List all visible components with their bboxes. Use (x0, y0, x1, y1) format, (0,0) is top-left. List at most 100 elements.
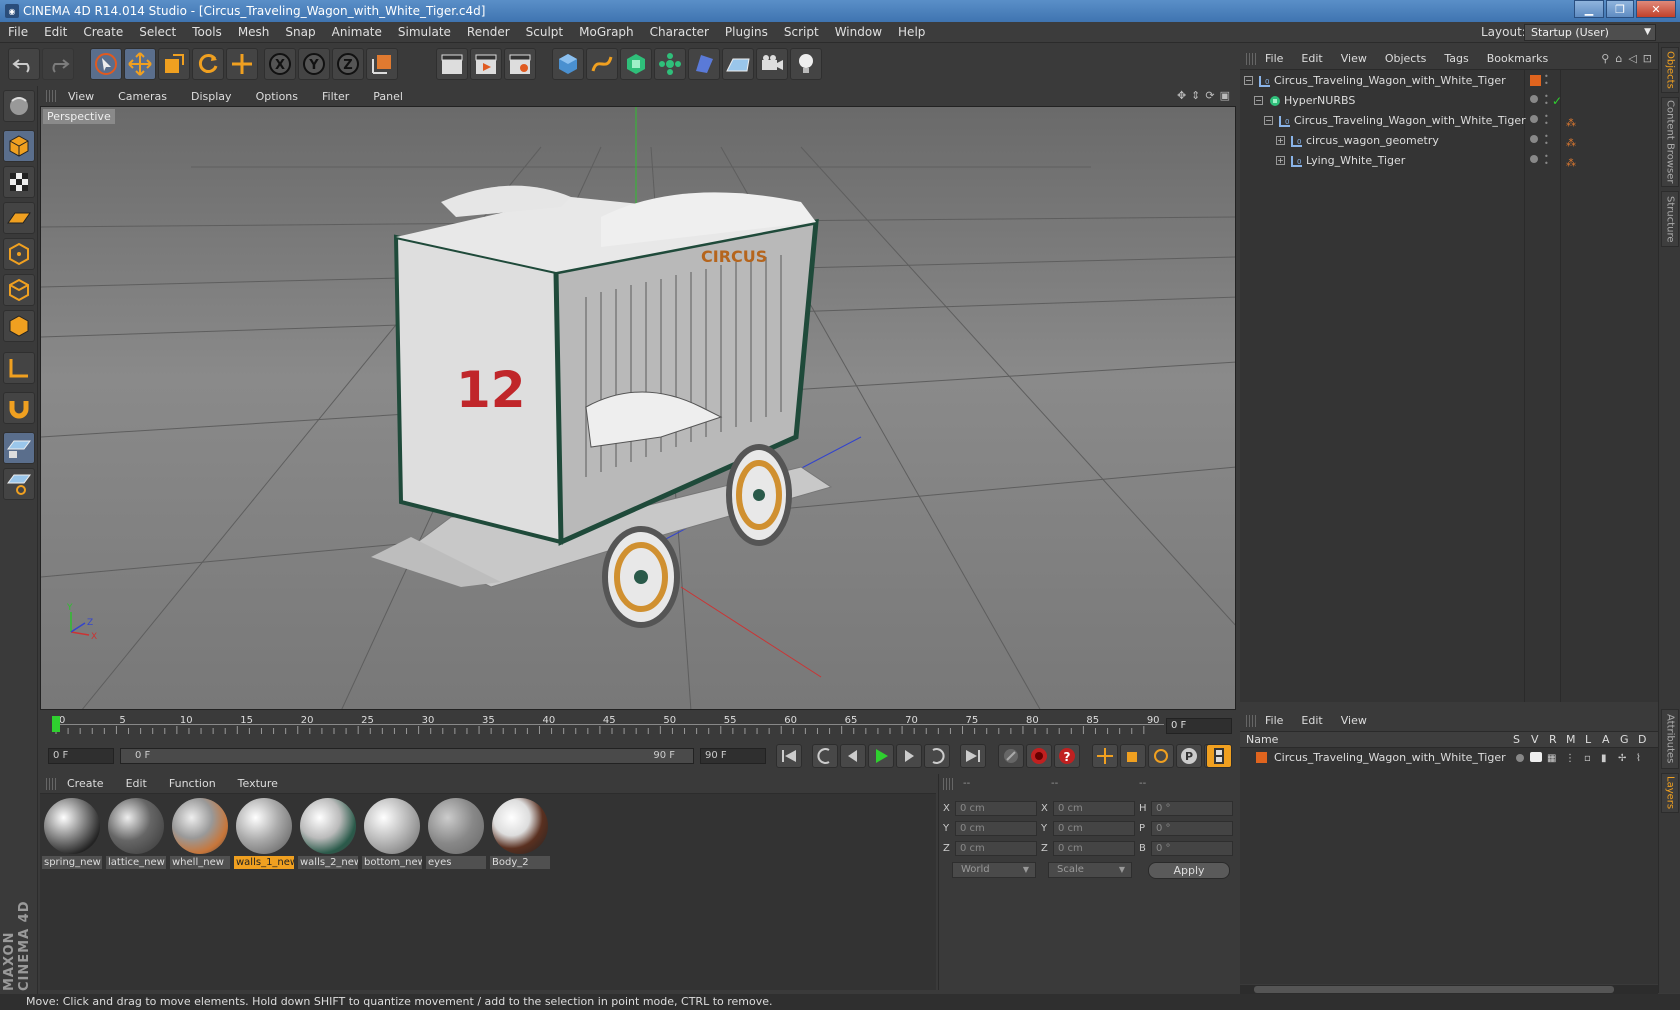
new-window-icon[interactable]: ⊡ (1643, 52, 1652, 65)
size-x-field[interactable]: 0 cm (1053, 800, 1135, 816)
key-rotation-button[interactable] (1148, 744, 1174, 768)
menu-mograph[interactable]: MoGraph (571, 22, 642, 43)
maximize-button[interactable]: ❐ (1606, 0, 1634, 18)
key-parameter-button[interactable]: P (1176, 744, 1202, 768)
scrollbar-thumb[interactable] (1254, 986, 1614, 993)
tab-objects[interactable]: Objects (1661, 47, 1679, 93)
play-button[interactable] (868, 744, 894, 768)
lm-menu-edit[interactable]: Edit (1292, 714, 1331, 727)
vp-menu-cameras[interactable]: Cameras (106, 90, 179, 103)
add-spline-button[interactable] (586, 48, 618, 80)
material-swatch[interactable]: eyes (426, 796, 486, 870)
y-axis-lock-button[interactable]: Y (298, 48, 330, 80)
generator-icon[interactable]: ✢ (1618, 749, 1626, 769)
material-swatch[interactable]: whell_new (170, 796, 230, 870)
snap-button[interactable] (3, 392, 35, 424)
add-nurbs-button[interactable] (620, 48, 652, 80)
viewport-camera-label[interactable]: Perspective (43, 109, 115, 124)
pos-z-field[interactable]: 0 cm (955, 840, 1037, 856)
om-menu-objects[interactable]: Objects (1376, 52, 1436, 65)
texture-mode-button[interactable] (3, 166, 35, 198)
rot-h-field[interactable]: 0 ° (1151, 800, 1233, 816)
frame-range-slider[interactable]: 0 F 90 F (120, 748, 694, 764)
om-menu-bookmarks[interactable]: Bookmarks (1478, 52, 1557, 65)
move-tool-button[interactable] (124, 48, 156, 80)
material-swatch[interactable]: walls_2_new (298, 796, 358, 870)
visibility-dots[interactable]: • • (1544, 153, 1549, 168)
panel-grip-icon[interactable] (1246, 52, 1256, 65)
panel-grip-icon[interactable] (1246, 714, 1256, 727)
recent-tool-button[interactable] (226, 48, 258, 80)
rotate-tool-button[interactable] (192, 48, 224, 80)
object-row[interactable]: + 0 Lying_White_Tiger • • ⁂ (1240, 151, 1658, 171)
expand-toggle[interactable]: − (1264, 116, 1273, 125)
col-locked[interactable]: L (1585, 733, 1591, 746)
enabled-checkmark-icon[interactable]: ✓ (1552, 91, 1562, 111)
material-swatch[interactable]: lattice_new (106, 796, 166, 870)
deformer-icon[interactable]: ⌇ (1636, 749, 1641, 769)
next-frame-button[interactable] (896, 744, 922, 768)
pan-icon[interactable]: ✥ (1177, 89, 1186, 102)
scale-tool-button[interactable] (158, 48, 190, 80)
lock-icon[interactable]: ▫ (1584, 749, 1591, 769)
panel-grip-icon[interactable] (943, 778, 953, 790)
start-frame-field[interactable]: 0 F (48, 748, 114, 764)
previous-key-button[interactable] (812, 744, 838, 768)
col-solo[interactable]: S (1513, 733, 1520, 746)
go-to-end-button[interactable] (960, 744, 986, 768)
autokeying-button[interactable] (1026, 744, 1052, 768)
add-array-button[interactable] (654, 48, 686, 80)
render-icon[interactable]: ▦ (1547, 749, 1556, 769)
eye-icon[interactable] (1530, 752, 1542, 762)
model-mode-button[interactable] (3, 130, 35, 162)
col-animation[interactable]: A (1602, 733, 1610, 746)
expand-toggle[interactable]: + (1276, 156, 1285, 165)
material-swatch[interactable]: Body_2 (490, 796, 550, 870)
undo-button[interactable] (8, 48, 40, 80)
timeline-window-button[interactable] (1206, 744, 1232, 768)
om-menu-view[interactable]: View (1332, 52, 1376, 65)
playhead[interactable] (52, 716, 60, 732)
col-view[interactable]: V (1531, 733, 1539, 746)
menu-select[interactable]: Select (131, 22, 184, 43)
perspective-viewport[interactable]: CIRCUS 12 Y X Z Perspective (40, 106, 1236, 710)
record-active-objects-button[interactable] (998, 744, 1024, 768)
mat-menu-texture[interactable]: Texture (227, 777, 289, 790)
dolly-icon[interactable]: ⇕ (1191, 89, 1200, 102)
minimize-button[interactable]: ▁ (1574, 0, 1604, 18)
z-axis-lock-button[interactable]: Z (332, 48, 364, 80)
editor-visibility-dot[interactable] (1530, 95, 1538, 103)
col-manager[interactable]: M (1566, 733, 1576, 746)
expand-toggle[interactable]: − (1244, 76, 1253, 85)
visibility-dots[interactable]: • • (1544, 133, 1549, 148)
search-icon[interactable]: ⚲ (1601, 52, 1609, 65)
col-name[interactable]: Name (1246, 733, 1278, 746)
add-light-button[interactable] (790, 48, 822, 80)
mat-menu-function[interactable]: Function (158, 777, 227, 790)
previous-frame-button[interactable] (840, 744, 866, 768)
object-row[interactable]: + 0 circus_wagon_geometry • • ⁂ (1240, 131, 1658, 151)
redo-button[interactable] (42, 48, 74, 80)
om-menu-edit[interactable]: Edit (1292, 52, 1331, 65)
layout-select[interactable]: Startup (User) ▼ (1524, 24, 1656, 41)
layer-row[interactable]: Circus_Traveling_Wagon_with_White_Tiger … (1240, 748, 1658, 768)
menu-edit[interactable]: Edit (36, 22, 75, 43)
menu-file[interactable]: File (0, 22, 36, 43)
material-swatch-selected[interactable]: walls_1_new (234, 796, 294, 870)
col-deformers[interactable]: D (1638, 733, 1646, 746)
size-z-field[interactable]: 0 cm (1053, 840, 1135, 856)
render-settings-button[interactable] (504, 48, 536, 80)
manager-tree-icon[interactable]: ⋮ (1565, 749, 1575, 769)
layer-color-tag[interactable] (1530, 75, 1541, 86)
live-selection-button[interactable] (90, 48, 122, 80)
lm-menu-file[interactable]: File (1256, 714, 1292, 727)
add-camera-button[interactable] (756, 48, 788, 80)
collapse-icon[interactable]: ◁ (1628, 52, 1636, 65)
visibility-dots[interactable]: • • (1544, 73, 1549, 88)
menu-help[interactable]: Help (890, 22, 933, 43)
menu-window[interactable]: Window (827, 22, 890, 43)
expand-toggle[interactable]: − (1254, 96, 1263, 105)
om-menu-tags[interactable]: Tags (1435, 52, 1477, 65)
workplane-mode-button[interactable] (3, 202, 35, 234)
rot-p-field[interactable]: 0 ° (1151, 820, 1233, 836)
